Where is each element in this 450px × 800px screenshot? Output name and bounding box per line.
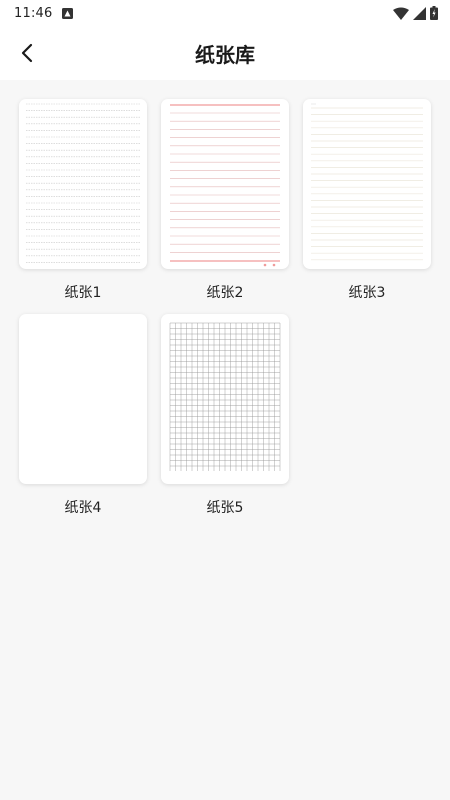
signal-icon xyxy=(413,5,426,24)
chevron-left-icon xyxy=(21,43,33,63)
paper-card-3[interactable] xyxy=(303,99,431,269)
status-icons xyxy=(393,5,438,24)
wifi-icon xyxy=(393,5,409,24)
back-button[interactable] xyxy=(12,37,44,69)
paper-label: 纸张4 xyxy=(64,500,102,516)
paper-label: 纸张3 xyxy=(348,285,386,301)
page-title: 纸张库 xyxy=(195,42,255,67)
paper-thumbnail-blank xyxy=(19,314,147,484)
battery-icon xyxy=(430,5,438,24)
paper-card-1[interactable] xyxy=(19,99,147,269)
paper-card-2[interactable] xyxy=(161,99,289,269)
paper-label: 纸张5 xyxy=(206,500,244,516)
paper-label: 纸张1 xyxy=(64,285,102,301)
paper-thumbnail-faint-lined xyxy=(311,103,423,261)
paper-label: 纸张2 xyxy=(206,285,244,301)
paper-thumbnail-grid xyxy=(169,322,281,471)
paper-thumbnail-red-lined xyxy=(170,104,280,267)
app-bar: 纸张库 xyxy=(0,26,450,80)
status-time: 11:46 xyxy=(14,5,53,21)
paper-thumbnail-double-lined xyxy=(26,103,140,263)
status-bar: 11:46 xyxy=(0,0,450,26)
paper-card-4[interactable] xyxy=(19,314,147,484)
notification-app-icon xyxy=(62,7,74,19)
paper-card-5[interactable] xyxy=(161,314,289,484)
